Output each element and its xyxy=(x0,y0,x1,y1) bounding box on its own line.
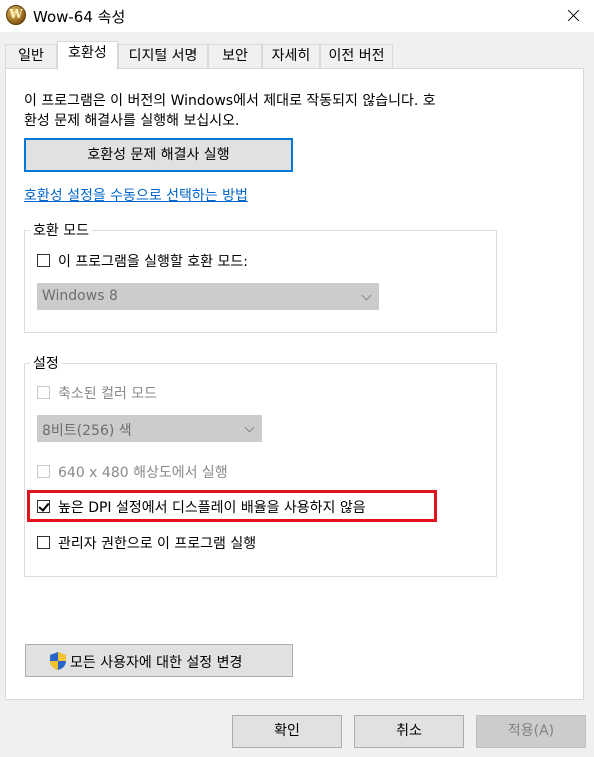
color-mode-select-value: 8비트(256) 색 xyxy=(42,423,132,439)
tab-security[interactable]: 보안 xyxy=(208,44,262,68)
resolution-checkbox xyxy=(37,465,50,478)
change-all-users-button[interactable]: 모든 사용자에 대한 설정 변경 xyxy=(25,644,293,677)
compat-mode-group xyxy=(24,230,497,333)
window-title: Wow-64 속성 xyxy=(33,8,126,26)
run-as-admin-checkbox[interactable] xyxy=(37,536,50,549)
reduced-color-checkbox xyxy=(37,386,50,399)
tab-digital-signature[interactable]: 디지털 서명 xyxy=(118,44,208,68)
color-mode-select: 8비트(256) 색 xyxy=(37,415,262,442)
tab-general[interactable]: 일반 xyxy=(5,44,57,68)
reduced-color-label: 축소된 컬러 모드 xyxy=(58,386,158,402)
tab-details[interactable]: 자세히 xyxy=(262,44,320,68)
chevron-down-icon xyxy=(361,290,372,301)
run-troubleshooter-button[interactable]: 호환성 문제 해결사 실행 xyxy=(24,138,293,172)
run-as-admin-label[interactable]: 관리자 권한으로 이 프로그램 실행 xyxy=(58,533,256,553)
compat-mode-select: Windows 8 xyxy=(37,283,379,310)
change-all-users-label: 모든 사용자에 대한 설정 변경 xyxy=(70,655,243,671)
compat-mode-label[interactable]: 이 프로그램을 실행할 호환 모드: xyxy=(58,251,248,271)
settings-legend: 설정 xyxy=(30,353,62,373)
manual-compat-link[interactable]: 호환성 설정을 수동으로 선택하는 방법 xyxy=(24,185,248,205)
resolution-label: 640 x 480 해상도에서 실행 xyxy=(58,465,228,481)
tab-compatibility[interactable]: 호환성 xyxy=(57,41,118,70)
uac-shield-icon xyxy=(50,652,66,670)
apply-button[interactable]: 적용(A) xyxy=(476,715,586,748)
compat-mode-legend: 호환 모드 xyxy=(30,220,92,240)
dpi-scaling-label[interactable]: 높은 DPI 설정에서 디스플레이 배율을 사용하지 않음 xyxy=(58,497,366,517)
ok-button[interactable]: 확인 xyxy=(232,715,342,748)
dpi-scaling-checkbox[interactable] xyxy=(37,500,50,513)
chevron-down-icon xyxy=(244,422,255,433)
compat-description-line1: 이 프로그램은 이 버전의 Windows에서 제대로 작동되지 않습니다. 호 xyxy=(24,93,436,109)
compat-mode-select-value: Windows 8 xyxy=(42,288,118,304)
compat-description-line2: 환성 문제 해결사를 실행해 보십시오. xyxy=(24,113,240,129)
wow-app-icon: W xyxy=(6,5,26,25)
tab-previous-versions[interactable]: 이전 버전 xyxy=(320,44,393,68)
cancel-button[interactable]: 취소 xyxy=(354,715,464,748)
compat-mode-checkbox[interactable] xyxy=(37,254,50,267)
close-icon[interactable] xyxy=(552,0,594,32)
